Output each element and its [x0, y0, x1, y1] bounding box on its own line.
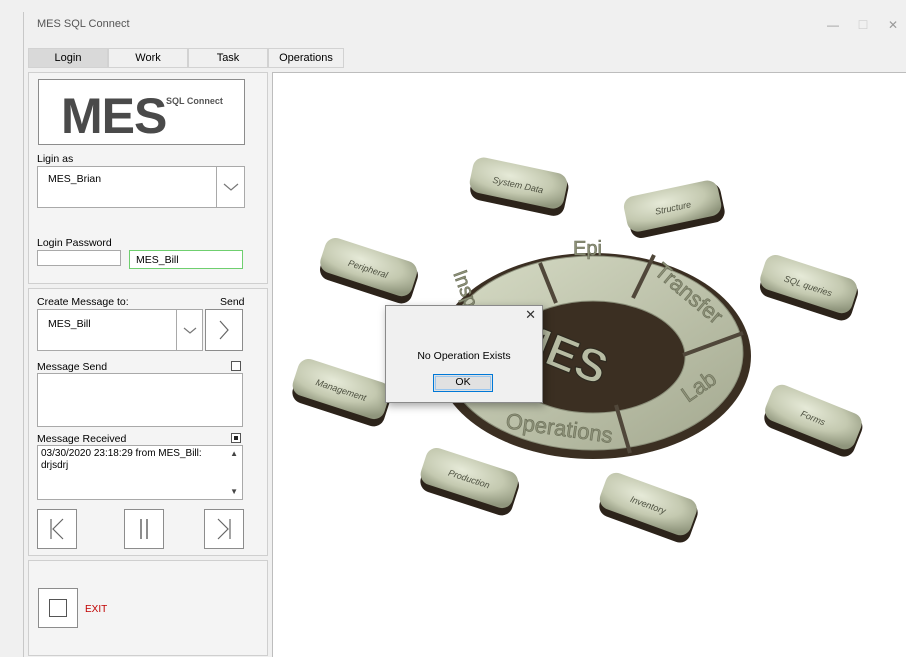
chevron-right-icon — [219, 320, 229, 340]
tile-management[interactable]: Management — [288, 356, 395, 429]
create-message-label: Create Message to: — [37, 296, 129, 308]
ring-label-insp: Insp — [448, 267, 482, 310]
window-title: MES SQL Connect — [37, 18, 130, 30]
password-label: Login Password — [37, 237, 112, 249]
ring-label-epi: Epi — [573, 238, 602, 260]
tile-forms[interactable]: Forms — [759, 381, 867, 459]
message-received-checkbox[interactable] — [231, 433, 241, 443]
tab-task[interactable]: Task — [188, 48, 268, 68]
message-send-checkbox[interactable] — [231, 361, 241, 371]
login-as-label: Ligin as — [37, 153, 74, 165]
tile-peripheral[interactable]: Peripheral — [315, 235, 421, 306]
logo-title: MES — [61, 88, 167, 144]
recipient-select[interactable]: MES_Bill — [37, 309, 203, 351]
user-select-value: MES_Brian — [48, 173, 102, 185]
close-button[interactable]: ✕ — [880, 17, 906, 33]
tile-sql-queries[interactable]: SQL queries — [755, 252, 861, 323]
send-label: Send — [220, 296, 245, 308]
scroll-up-icon[interactable]: ▲ — [230, 449, 238, 458]
exit-label: EXIT — [85, 604, 108, 615]
pause-icon — [140, 519, 148, 539]
stop-icon — [49, 599, 67, 617]
last-button[interactable] — [204, 509, 244, 549]
pause-button[interactable] — [124, 509, 164, 549]
password-field[interactable] — [37, 250, 121, 266]
main-display: Epi Transfer Lab Operations Insp MES Sys… — [272, 72, 906, 657]
minimize-button[interactable]: — — [820, 17, 846, 33]
tile-structure[interactable]: Structure — [622, 178, 727, 240]
maximize-button[interactable]: ☐ — [850, 17, 876, 33]
chevron-down-icon[interactable] — [176, 310, 202, 350]
message-received-label: Message Received — [37, 433, 127, 445]
dialog-ok-button[interactable]: OK — [433, 374, 493, 392]
message-dialog: ✕ No Operation Exists OK — [385, 305, 543, 403]
dialog-message: No Operation Exists — [417, 350, 511, 362]
skip-last-icon — [217, 518, 231, 540]
message-send-textarea[interactable] — [37, 373, 243, 427]
tile-system-data[interactable]: System Data — [466, 155, 571, 217]
tile-production[interactable]: Production — [416, 445, 523, 518]
exit-button[interactable] — [38, 588, 78, 628]
user-select[interactable]: MES_Brian — [37, 166, 245, 208]
scroll-down-icon[interactable]: ▼ — [230, 487, 238, 496]
message-received-textarea[interactable]: 03/30/2020 23:18:29 from MES_Bill: drjsd… — [37, 445, 243, 500]
tab-work[interactable]: Work — [108, 48, 188, 68]
dialog-close-button[interactable]: ✕ — [525, 307, 536, 323]
recipient-select-value: MES_Bill — [48, 318, 91, 330]
mes-diagram: Epi Transfer Lab Operations Insp MES Sys… — [288, 155, 867, 546]
first-button[interactable] — [37, 509, 77, 549]
user-name-badge: MES_Bill — [129, 250, 243, 269]
app-window: MES SQL Connect — ☐ ✕ Login Work Task Op… — [23, 12, 906, 657]
received-line-2: drjsdrj — [41, 460, 69, 471]
logo-subtitle: SQL Connect — [166, 96, 223, 106]
mes-logo: MES SQL Connect — [38, 79, 245, 145]
chevron-down-icon[interactable] — [216, 167, 244, 207]
tile-inventory[interactable]: Inventory — [594, 470, 701, 546]
tab-login[interactable]: Login — [28, 48, 108, 68]
received-line-1: 03/30/2020 23:18:29 from MES_Bill: — [41, 448, 202, 459]
message-send-label: Message Send — [37, 361, 108, 373]
send-button[interactable] — [205, 309, 243, 351]
tab-operations[interactable]: Operations — [268, 48, 344, 68]
skip-first-icon — [50, 518, 64, 540]
